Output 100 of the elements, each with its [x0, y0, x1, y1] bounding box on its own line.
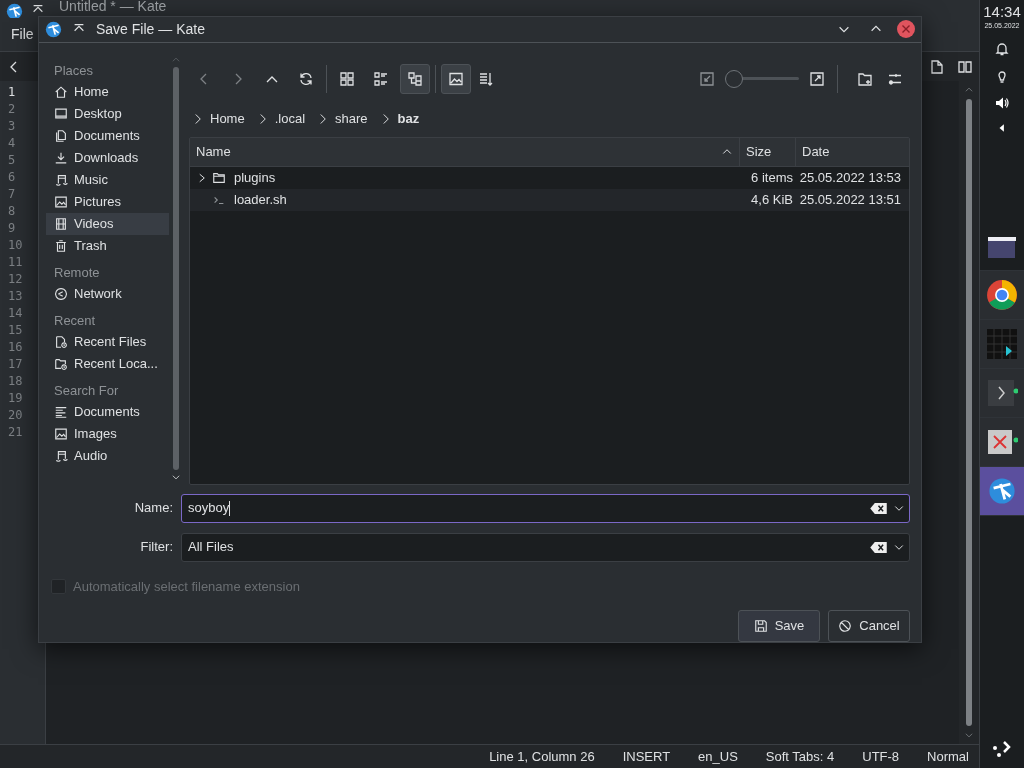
- split-view-icon: [957, 58, 973, 75]
- line-number: 10: [8, 236, 23, 254]
- zoom-slider[interactable]: [725, 68, 799, 89]
- speaker-icon[interactable]: [994, 95, 1010, 111]
- sort-icon: [478, 70, 494, 87]
- column-header[interactable]: Size: [739, 137, 795, 166]
- status-item[interactable]: UTF-8: [862, 746, 900, 767]
- places-item[interactable]: Audio: [46, 444, 169, 467]
- cancel-icon: [838, 619, 853, 633]
- breadcrumb-item[interactable]: .local: [274, 109, 306, 129]
- line-number: 8: [8, 202, 16, 220]
- icons-view-icon: [339, 70, 355, 87]
- line-number: 4: [8, 134, 16, 152]
- menu-item[interactable]: File: [11, 24, 34, 45]
- file-size: 4,6 KiB: [750, 191, 794, 210]
- save-button[interactable]: Save: [738, 610, 820, 642]
- launcher-button[interactable]: [980, 467, 1024, 516]
- launcher-button[interactable]: [980, 271, 1024, 320]
- places-item[interactable]: Music: [46, 168, 169, 191]
- line-number: 13: [8, 287, 23, 305]
- file-name: plugins: [234, 169, 276, 188]
- checkbox-label: Automatically select filename extension: [73, 577, 300, 596]
- places-heading: Places: [53, 62, 95, 81]
- app-logo-icon: [988, 477, 1016, 505]
- clear-icon[interactable]: [870, 541, 887, 553]
- places-item[interactable]: Trash: [46, 234, 169, 257]
- scroll-down-icon: [964, 730, 974, 740]
- monitor-icon: [54, 106, 68, 121]
- line-number: 20: [8, 406, 23, 424]
- column-header[interactable]: Date: [795, 137, 909, 166]
- line-number: 6: [8, 168, 16, 186]
- trash-icon: [54, 238, 68, 253]
- music-note-icon: [54, 448, 68, 463]
- places-item[interactable]: Recent Loca...: [46, 352, 169, 375]
- close-icon[interactable]: [897, 20, 915, 39]
- file-row[interactable]: loader.sh 4,6 KiB 25.05.2022 13:51: [190, 188, 909, 211]
- places-item[interactable]: Network: [46, 282, 169, 305]
- line-number: 7: [8, 185, 16, 203]
- bell-icon: [994, 41, 1010, 57]
- places-item[interactable]: Desktop: [46, 102, 169, 125]
- status-item[interactable]: en_US: [698, 746, 738, 767]
- view-mode-button[interactable]: [400, 63, 430, 94]
- line-number: 14: [8, 304, 23, 322]
- clock-time[interactable]: 14:34: [983, 4, 1021, 19]
- network-icon: [54, 286, 68, 301]
- line-number: 19: [8, 389, 23, 407]
- places-item[interactable]: Downloads: [46, 146, 169, 169]
- slider-handle[interactable]: [725, 69, 743, 88]
- line-number: 2: [8, 100, 16, 118]
- status-item[interactable]: Soft Tabs: 4: [765, 746, 835, 767]
- line-number: 16: [8, 338, 23, 356]
- recent-folder-icon: [54, 356, 68, 371]
- line-number: 5: [8, 151, 16, 169]
- breadcrumb-item[interactable]: baz: [397, 109, 420, 129]
- breadcrumb-item[interactable]: Home: [210, 109, 245, 129]
- line-number: 17: [8, 355, 23, 373]
- status-item[interactable]: INSERT: [622, 746, 671, 767]
- line-number: 9: [8, 219, 16, 237]
- file-size: 6 items: [750, 169, 794, 188]
- line-number: 1: [8, 83, 16, 101]
- line-number: 21: [8, 423, 23, 441]
- status-item[interactable]: Normal: [927, 746, 969, 767]
- column-header[interactable]: Name: [190, 137, 739, 166]
- file-row[interactable]: plugins 6 items 25.05.2022 13:53: [190, 166, 909, 189]
- collapse-arrow-icon[interactable]: [997, 122, 1007, 134]
- places-item[interactable]: Documents: [46, 124, 169, 147]
- zoom-in-icon: [809, 70, 825, 87]
- places-heading: Recent: [53, 312, 97, 331]
- text-lines-icon: [54, 404, 68, 419]
- image-icon: [54, 194, 68, 209]
- image-icon: [54, 426, 68, 441]
- name-combobox[interactable]: soyboy: [181, 493, 910, 523]
- places-item[interactable]: Home: [46, 80, 169, 103]
- app-logo-icon: [6, 2, 23, 20]
- places-item[interactable]: Recent Files: [46, 330, 169, 353]
- download-icon: [54, 150, 68, 165]
- places-item[interactable]: Videos: [46, 212, 169, 235]
- recent-file-icon: [54, 334, 68, 349]
- preview-button[interactable]: [441, 63, 471, 94]
- file-date: 25.05.2022 13:53: [798, 169, 902, 188]
- details-view-icon: [373, 70, 389, 87]
- field-label: Name:: [133, 499, 174, 518]
- file-name: loader.sh: [234, 191, 287, 210]
- document-icon: [929, 58, 945, 75]
- places-item[interactable]: Images: [46, 422, 169, 445]
- line-number: 18: [8, 372, 23, 390]
- line-number: 11: [8, 253, 23, 271]
- clear-icon[interactable]: [870, 502, 887, 514]
- monitor-graph-icon: [986, 328, 1018, 360]
- image-icon: [448, 70, 464, 87]
- scroll-up-icon: [964, 85, 974, 95]
- zoom-out-icon: [699, 70, 715, 87]
- launcher-button[interactable]: [980, 418, 1024, 467]
- film-icon: [54, 216, 68, 231]
- breadcrumb-item[interactable]: share: [335, 109, 368, 129]
- places-item[interactable]: Pictures: [46, 190, 169, 213]
- filter-combobox[interactable]: All Files: [181, 532, 910, 562]
- file-date: 25.05.2022 13:51: [798, 191, 902, 210]
- cancel-button[interactable]: Cancel: [828, 610, 910, 642]
- places-item[interactable]: Documents: [46, 400, 169, 423]
